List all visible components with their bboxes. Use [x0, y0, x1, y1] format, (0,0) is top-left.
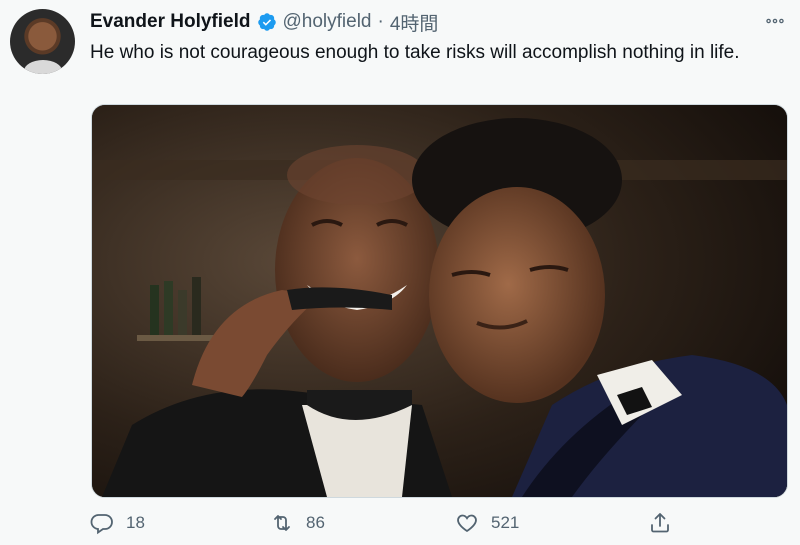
tweet-timestamp[interactable]: 4時間 [390, 9, 439, 36]
tweet-text: He who is not courageous enough to take … [90, 42, 740, 63]
share-button[interactable] [648, 508, 672, 538]
author-name[interactable]: Evander Holyfield [90, 11, 251, 33]
tweet[interactable]: Evander Holyfield @holyfield · 4時間 He wh… [0, 0, 800, 545]
like-count: 521 [491, 513, 520, 532]
tweet-header: Evander Holyfield @holyfield · 4時間 [90, 9, 439, 36]
share-icon [651, 513, 669, 533]
retweet-count: 86 [306, 513, 325, 532]
avatar[interactable] [10, 9, 75, 74]
tweet-photo[interactable] [91, 104, 788, 498]
heart-icon [457, 514, 477, 533]
retweet-icon [274, 515, 290, 531]
tweet-actions: 18 86 521 [90, 508, 700, 538]
reply-count: 18 [126, 513, 145, 532]
reply-button[interactable]: 18 [90, 508, 145, 538]
more-icon[interactable] [764, 10, 786, 37]
like-button[interactable]: 521 [455, 508, 519, 538]
author-handle[interactable]: @holyfield [283, 11, 372, 33]
reply-icon [90, 514, 113, 535]
retweet-button[interactable]: 86 [270, 508, 325, 538]
verified-badge-icon [257, 13, 276, 31]
separator-dot: · [377, 11, 384, 32]
